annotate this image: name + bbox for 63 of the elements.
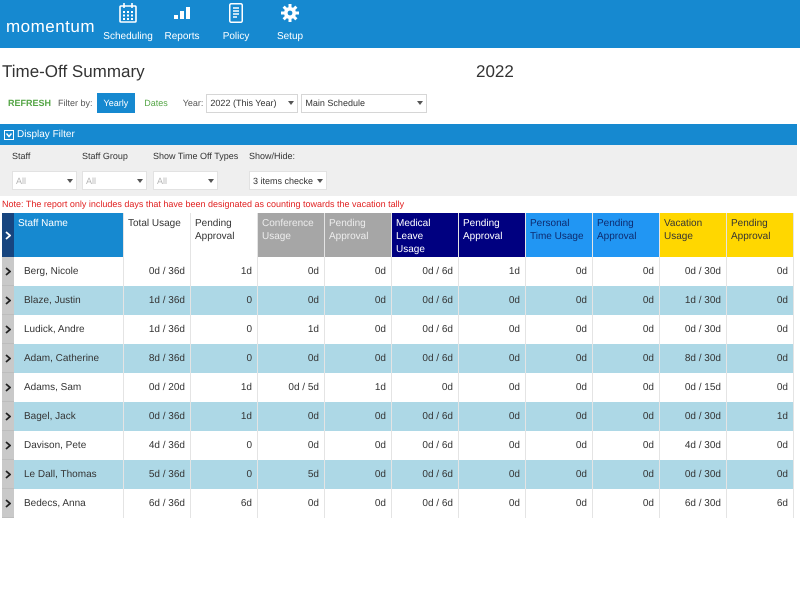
panel-title: Display Filter <box>17 128 75 140</box>
field-label: Staff Group <box>82 151 128 162</box>
caret-icon <box>137 178 143 182</box>
column-header: Personal Time Usage <box>526 213 593 257</box>
table-cell: 6d <box>191 489 258 518</box>
column-header: Pending Approval <box>593 213 660 257</box>
field-label: Show Time Off Types <box>153 151 238 162</box>
caret-icon <box>67 178 73 182</box>
nav-button[interactable]: Scheduling <box>101 0 156 48</box>
chevron-right-icon <box>5 230 11 240</box>
row-expander[interactable] <box>2 373 14 402</box>
bar-chart-icon <box>174 7 190 19</box>
document-icon <box>229 3 244 23</box>
logo[interactable]: momentum <box>6 17 96 37</box>
table-cell: Bedecs, Anna <box>14 489 124 518</box>
column-header: Pending Approval <box>727 213 794 257</box>
table-cell: 6d <box>727 489 794 518</box>
row-expander[interactable] <box>2 315 14 344</box>
column-header: Vacation Usage <box>660 213 727 257</box>
year-label: Year: <box>182 97 204 109</box>
nav-button[interactable]: Setup <box>263 0 318 48</box>
row-expander[interactable] <box>2 489 14 518</box>
row-expander[interactable] <box>2 402 14 431</box>
caret-icon <box>317 178 324 182</box>
field-label: Staff <box>12 151 30 162</box>
caret-icon <box>417 101 424 105</box>
column-header: Staff Name <box>14 213 124 257</box>
filter-label: Filter by: <box>58 97 93 109</box>
table-cell: 0d / 6d <box>392 489 459 518</box>
gear-icon <box>281 4 300 22</box>
column-header: Medical Leave Usage <box>392 213 459 257</box>
row-expander[interactable] <box>2 344 14 373</box>
filter-option-button[interactable]: Dates <box>141 93 171 113</box>
schedule-dropdown[interactable]: Main Schedule <box>301 94 428 112</box>
row-expander[interactable] <box>2 286 14 315</box>
column-header: Pending Approval <box>325 213 392 257</box>
table-cell: 0d <box>325 489 392 518</box>
table-cell: 0d <box>258 489 325 518</box>
page-title: Time-Off Summary <box>1 61 145 83</box>
collapse-toggle-icon[interactable] <box>4 130 14 140</box>
table-cell: 6d / 36d <box>124 489 191 518</box>
panel-header[interactable]: Display Filter <box>0 124 797 145</box>
table-cell: 0d <box>526 489 593 518</box>
report-note: Note: The report only includes days that have been designated as counting towards the vacation tally <box>1 199 404 210</box>
table-cell: 0d <box>459 489 526 518</box>
column-header: Conference Usage <box>258 213 325 257</box>
calendar-icon <box>119 3 138 23</box>
nav-button[interactable]: Policy <box>209 0 264 48</box>
filter-option-button[interactable]: Yearly <box>96 93 136 113</box>
row-expander[interactable] <box>2 431 14 460</box>
nav-button[interactable]: Reports <box>155 0 210 48</box>
refresh-link[interactable]: REFRESH <box>8 97 52 109</box>
column-header: Pending Approval <box>459 213 526 257</box>
year-dropdown[interactable]: 2022 (This Year) <box>206 94 298 112</box>
caret-icon <box>208 178 214 182</box>
table-cell: 6d / 30d <box>660 489 727 518</box>
row-expander[interactable] <box>2 460 14 489</box>
field-label: Show/Hide: <box>249 151 296 162</box>
row-expander[interactable] <box>2 257 14 286</box>
dropdown[interactable]: 3 items checke <box>249 171 328 190</box>
table-cell: 0d <box>593 489 660 518</box>
caret-icon <box>288 101 294 105</box>
year-heading: 2022 <box>476 61 514 83</box>
